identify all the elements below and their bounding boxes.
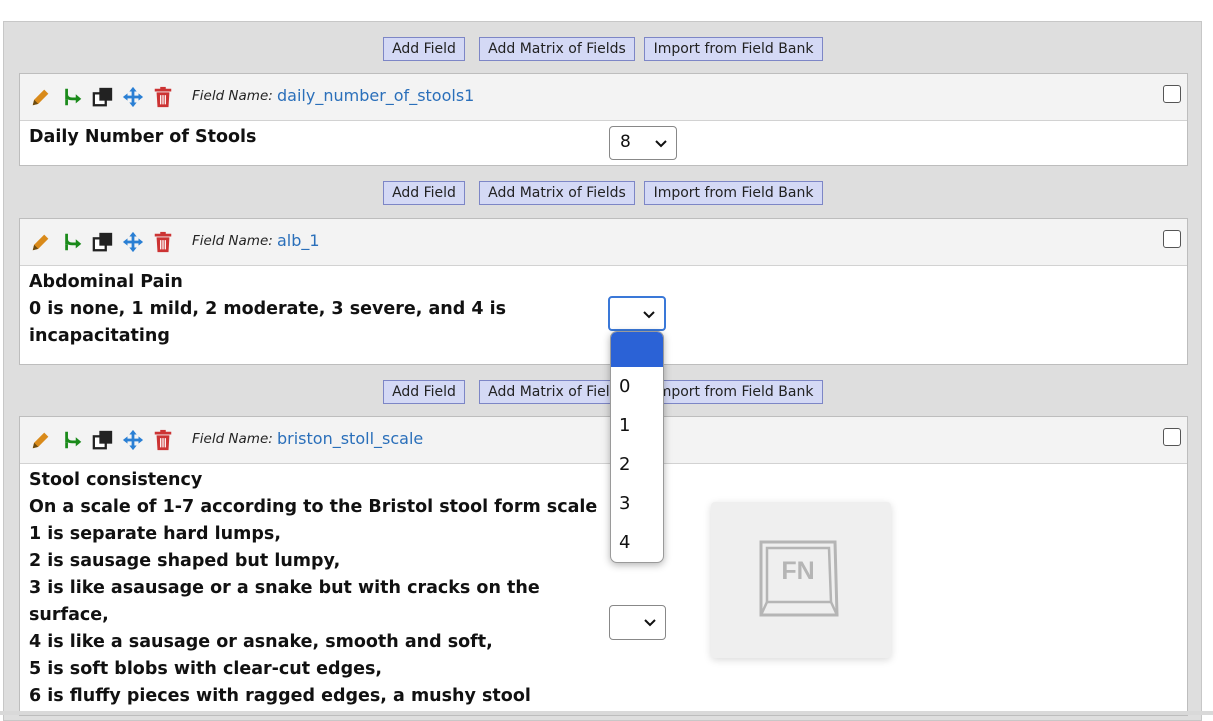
field-name-label: Field Name: [192,233,273,249]
field-card-header: Field Name: alb_1 [20,219,1187,266]
option-2[interactable]: 2 [611,445,663,484]
option-3[interactable]: 3 [611,484,663,523]
svg-text:FN: FN [781,557,814,585]
trash-icon[interactable] [152,86,174,108]
field-select-checkbox[interactable] [1163,230,1181,248]
fn-key-overlay: FN [711,502,891,658]
field-name-value[interactable]: daily_number_of_stools1 [277,86,474,105]
field-name-value[interactable]: alb_1 [277,231,320,250]
add-matrix-button[interactable]: Add Matrix of Fields [479,37,635,61]
pencil-icon[interactable] [30,231,52,253]
field-card-header: Field Name: briston_stoll_scale [20,417,1187,464]
horizontal-scrollbar[interactable] [0,711,1213,715]
branch-icon[interactable] [62,429,84,451]
field-question-text: Abdominal Pain 0 is none, 1 mild, 2 mode… [29,272,507,346]
pencil-icon[interactable] [30,86,52,108]
add-field-button[interactable]: Add Field [383,380,465,404]
fn-key-icon: FN [759,540,839,617]
copy-icon[interactable] [92,86,114,108]
chevron-down-icon [644,619,656,627]
field-card-abdominal-pain: Field Name: alb_1 Abdominal Pain 0 is no… [19,218,1188,365]
import-field-bank-button[interactable]: Import from Field Bank [644,380,823,404]
field-card-header: Field Name: daily_number_of_stools1 [20,74,1187,121]
field-name-label: Field Name: [192,431,273,447]
field-select-checkbox[interactable] [1163,85,1181,103]
field-name-value[interactable]: briston_stoll_scale [277,429,423,448]
add-matrix-button[interactable]: Add Matrix of Fields [479,181,635,205]
import-field-bank-button[interactable]: Import from Field Bank [644,37,823,61]
branch-icon[interactable] [62,231,84,253]
chevron-down-icon [643,311,655,319]
add-field-button[interactable]: Add Field [383,37,465,61]
field-question-text: Daily Number of Stools [29,127,257,147]
copy-icon[interactable] [92,429,114,451]
field-card-daily-number-of-stools: Field Name: daily_number_of_stools1 Dail… [19,73,1188,166]
move-icon[interactable] [122,429,144,451]
trash-icon[interactable] [152,231,174,253]
daily-stools-select[interactable]: 8 [609,126,677,160]
add-field-row-1: Add Field Add Matrix of Fields Import fr… [0,37,1213,61]
field-name-label: Field Name: [192,88,273,104]
pencil-icon[interactable] [30,429,52,451]
abdominal-pain-options-list[interactable]: 0 1 2 3 4 [610,331,664,563]
field-select-checkbox[interactable] [1163,428,1181,446]
branch-icon[interactable] [62,86,84,108]
field-card-stool-consistency: Field Name: briston_stoll_scale Stool co… [19,416,1188,716]
trash-icon[interactable] [152,429,174,451]
add-field-button[interactable]: Add Field [383,181,465,205]
move-icon[interactable] [122,86,144,108]
option-1[interactable]: 1 [611,406,663,445]
field-question-text: Stool consistency On a scale of 1-7 acco… [29,470,598,706]
abdominal-pain-select[interactable] [608,296,666,331]
add-field-row-2: Add Field Add Matrix of Fields Import fr… [0,181,1213,205]
option-4[interactable]: 4 [611,523,663,562]
add-field-row-3: Add Field Add Matrix of Fields Import fr… [0,380,1213,404]
chevron-down-icon [655,140,667,148]
option-empty[interactable] [611,332,663,367]
move-icon[interactable] [122,231,144,253]
option-0[interactable]: 0 [611,367,663,406]
copy-icon[interactable] [92,231,114,253]
stool-consistency-select[interactable] [609,605,666,640]
import-field-bank-button[interactable]: Import from Field Bank [644,181,823,205]
